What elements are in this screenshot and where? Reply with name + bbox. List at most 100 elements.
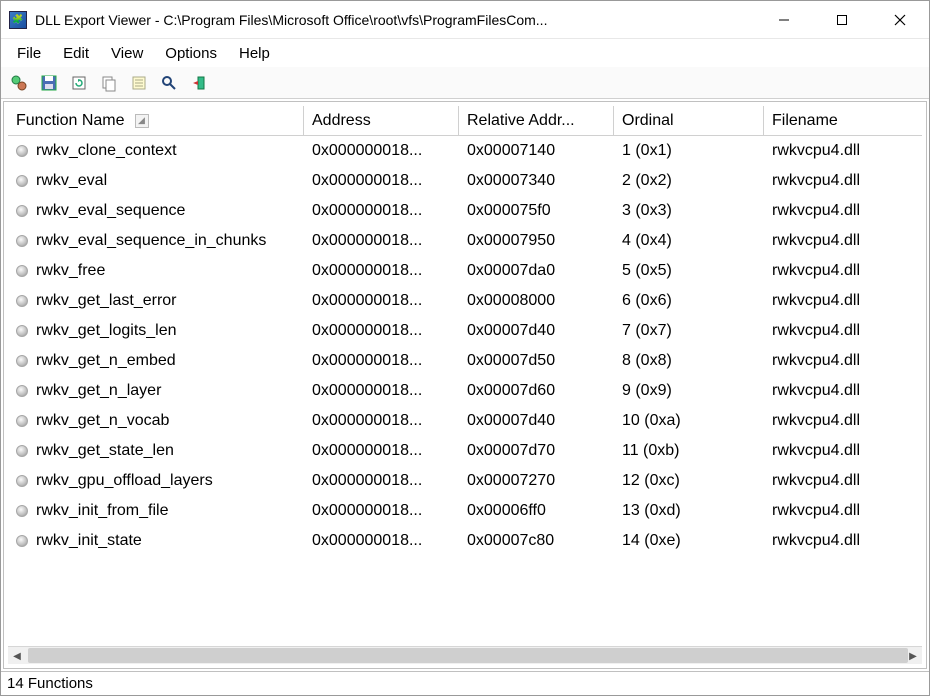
- cell-ordinal: 4 (0x4): [614, 229, 764, 253]
- status-text: 14 Functions: [7, 675, 93, 692]
- cell-relative-address: 0x00007140: [459, 139, 614, 163]
- scroll-left-arrow-icon[interactable]: ◀: [8, 647, 26, 665]
- toolbar-find-button[interactable]: [157, 71, 181, 95]
- column-relative-address[interactable]: Relative Addr...: [459, 106, 614, 135]
- menu-view[interactable]: View: [101, 42, 153, 65]
- cell-ordinal: 3 (0x3): [614, 199, 764, 223]
- horizontal-scrollbar[interactable]: ◀ ▶: [8, 646, 922, 664]
- refresh-icon: [70, 74, 88, 92]
- function-icon: [16, 415, 28, 427]
- cell-relative-address: 0x00007d40: [459, 319, 614, 343]
- menu-options[interactable]: Options: [155, 42, 227, 65]
- cell-address: 0x000000018...: [304, 349, 459, 373]
- cell-relative-address: 0x00007950: [459, 229, 614, 253]
- table-row[interactable]: rwkv_gpu_offload_layers0x000000018...0x0…: [8, 466, 922, 496]
- cell-filename: rwkvcpu4.dll: [764, 529, 910, 553]
- cell-filename: rwkvcpu4.dll: [764, 169, 910, 193]
- cell-function-name: rwkv_get_n_layer: [8, 379, 304, 403]
- cell-function-name: rwkv_gpu_offload_layers: [8, 469, 304, 493]
- scroll-thumb[interactable]: [28, 648, 908, 663]
- cell-ordinal: 2 (0x2): [614, 169, 764, 193]
- menu-edit[interactable]: Edit: [53, 42, 99, 65]
- cell-relative-address: 0x00007c80: [459, 529, 614, 553]
- menu-file[interactable]: File: [7, 42, 51, 65]
- function-name-text: rwkv_eval_sequence: [36, 202, 185, 220]
- close-button[interactable]: [871, 1, 929, 38]
- cell-ordinal: 6 (0x6): [614, 289, 764, 313]
- cell-function-name: rwkv_eval_sequence: [8, 199, 304, 223]
- toolbar: [1, 67, 929, 99]
- table-row[interactable]: rwkv_get_state_len0x000000018...0x00007d…: [8, 436, 922, 466]
- cell-address: 0x000000018...: [304, 289, 459, 313]
- maximize-button[interactable]: [813, 1, 871, 38]
- cell-filename: rwkvcpu4.dll: [764, 469, 910, 493]
- menu-help[interactable]: Help: [229, 42, 280, 65]
- minimize-button[interactable]: [755, 1, 813, 38]
- cell-address: 0x000000018...: [304, 169, 459, 193]
- table-row[interactable]: rwkv_eval_sequence_in_chunks0x000000018.…: [8, 226, 922, 256]
- table-row[interactable]: rwkv_get_n_layer0x000000018...0x00007d60…: [8, 376, 922, 406]
- table-row[interactable]: rwkv_get_last_error0x000000018...0x00008…: [8, 286, 922, 316]
- cell-ordinal: 1 (0x1): [614, 139, 764, 163]
- function-name-text: rwkv_eval: [36, 172, 107, 190]
- cell-address: 0x000000018...: [304, 319, 459, 343]
- cell-relative-address: 0x00007270: [459, 469, 614, 493]
- column-filename[interactable]: Filename: [764, 106, 910, 135]
- column-function-name[interactable]: Function Name ◢: [8, 106, 304, 135]
- listview[interactable]: Function Name ◢ Address Relative Addr...…: [8, 106, 922, 646]
- cell-ordinal: 12 (0xc): [614, 469, 764, 493]
- cell-ordinal: 11 (0xb): [614, 439, 764, 463]
- window-title: DLL Export Viewer - C:\Program Files\Mic…: [35, 12, 755, 28]
- client-area: Function Name ◢ Address Relative Addr...…: [3, 101, 927, 669]
- function-icon: [16, 175, 28, 187]
- function-name-text: rwkv_get_n_vocab: [36, 412, 169, 430]
- function-icon: [16, 265, 28, 277]
- table-row[interactable]: rwkv_free0x000000018...0x00007da05 (0x5)…: [8, 256, 922, 286]
- function-icon: [16, 235, 28, 247]
- function-name-text: rwkv_get_n_embed: [36, 352, 176, 370]
- table-row[interactable]: rwkv_get_n_embed0x000000018...0x00007d50…: [8, 346, 922, 376]
- cell-function-name: rwkv_eval: [8, 169, 304, 193]
- cell-filename: rwkvcpu4.dll: [764, 439, 910, 463]
- cell-filename: rwkvcpu4.dll: [764, 409, 910, 433]
- statusbar: 14 Functions: [1, 671, 929, 695]
- table-row[interactable]: rwkv_get_logits_len 0x000000018...0x00007…: [8, 316, 922, 346]
- column-ordinal[interactable]: Ordinal: [614, 106, 764, 135]
- cell-ordinal: 5 (0x5): [614, 259, 764, 283]
- toolbar-save-button[interactable]: [37, 71, 61, 95]
- cell-relative-address: 0x00007340: [459, 169, 614, 193]
- column-address[interactable]: Address: [304, 106, 459, 135]
- toolbar-exit-button[interactable]: [187, 71, 211, 95]
- cell-function-name: rwkv_free: [8, 259, 304, 283]
- function-icon: [16, 535, 28, 547]
- toolbar-settings-button[interactable]: [7, 71, 31, 95]
- copy-icon: [100, 74, 118, 92]
- cell-function-name: rwkv_get_logits_len: [8, 319, 304, 343]
- toolbar-properties-button[interactable]: [127, 71, 151, 95]
- table-row[interactable]: rwkv_init_state0x000000018...0x00007c801…: [8, 526, 922, 556]
- cell-address: 0x000000018...: [304, 259, 459, 283]
- table-row[interactable]: rwkv_get_n_vocab0x000000018...0x00007d40…: [8, 406, 922, 436]
- function-name-text: rwkv_get_logits_len: [36, 322, 177, 340]
- function-icon: [16, 145, 28, 157]
- save-icon: [40, 74, 58, 92]
- cell-address: 0x000000018...: [304, 469, 459, 493]
- menubar: File Edit View Options Help: [1, 39, 929, 67]
- cell-function-name: rwkv_eval_sequence_in_chunks: [8, 229, 304, 253]
- function-name-text: rwkv_eval_sequence_in_chunks: [36, 232, 266, 250]
- table-row[interactable]: rwkv_clone_context0x000000018...0x000071…: [8, 136, 922, 166]
- sort-indicator-icon: ◢: [135, 114, 149, 128]
- table-row[interactable]: rwkv_eval_sequence0x000000018...0x000075…: [8, 196, 922, 226]
- toolbar-copy-button[interactable]: [97, 71, 121, 95]
- cell-relative-address: 0x00007d40: [459, 409, 614, 433]
- function-icon: [16, 205, 28, 217]
- table-row[interactable]: rwkv_init_from_file0x000000018...0x00006…: [8, 496, 922, 526]
- scroll-right-arrow-icon[interactable]: ▶: [904, 647, 922, 665]
- cell-filename: rwkvcpu4.dll: [764, 199, 910, 223]
- cell-address: 0x000000018...: [304, 439, 459, 463]
- function-icon: [16, 505, 28, 517]
- table-row[interactable]: rwkv_eval 0x000000018...0x000073402 (0x2)…: [8, 166, 922, 196]
- cell-filename: rwkvcpu4.dll: [764, 139, 910, 163]
- window-controls: [755, 1, 929, 38]
- toolbar-refresh-button[interactable]: [67, 71, 91, 95]
